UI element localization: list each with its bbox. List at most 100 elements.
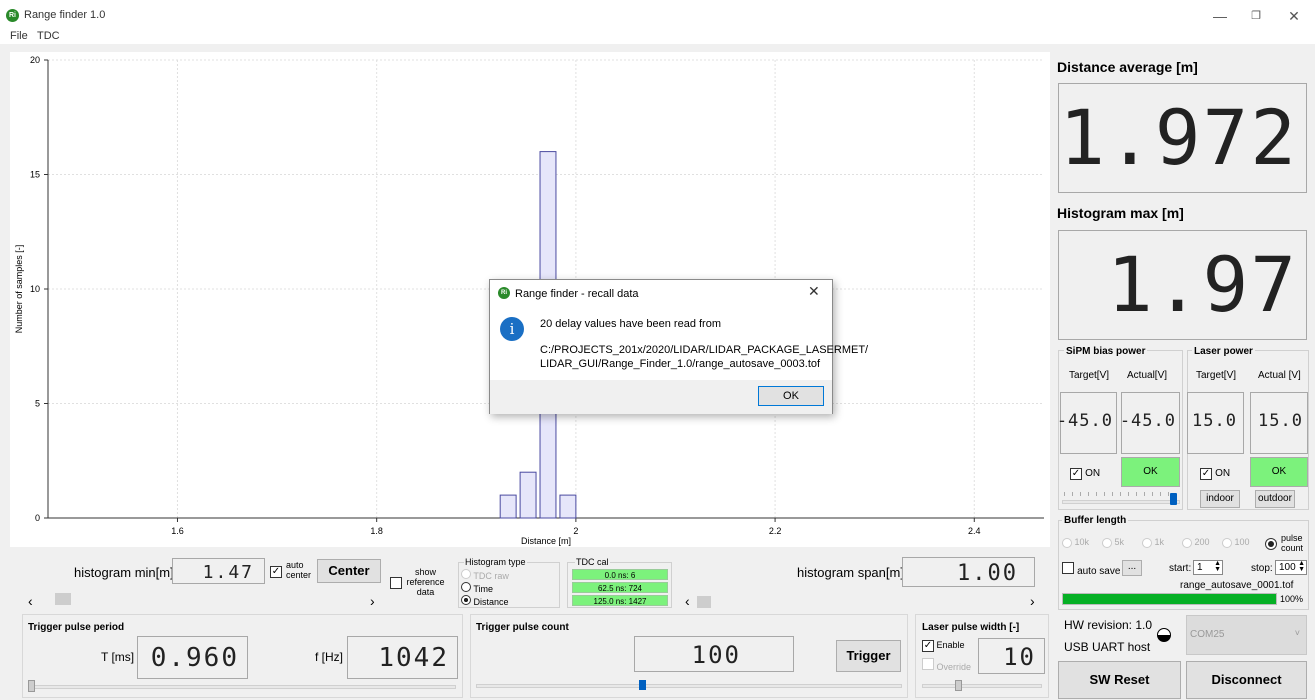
outdoor-button[interactable]: outdoor <box>1255 490 1295 508</box>
laser-width-slider-thumb[interactable] <box>955 680 962 691</box>
x-axis-label: Distance [m] <box>521 536 571 546</box>
laser-target-display[interactable]: 15.0 <box>1187 392 1244 454</box>
show-reference-label: show reference data <box>403 567 448 597</box>
laser-width-value: 10 <box>1003 643 1036 671</box>
checkbox-checked-icon: ✓ <box>1200 468 1212 480</box>
radio-selected-icon <box>461 595 471 605</box>
hist-type-time[interactable]: Time <box>461 582 493 594</box>
time-label: Time <box>473 584 494 594</box>
restore-icon[interactable]: ❐ <box>1236 6 1276 26</box>
laser-on-label: ON <box>1215 468 1231 479</box>
freq-f-value: 1042 <box>378 643 449 673</box>
info-icon: i <box>500 317 524 341</box>
stop-spinbox[interactable]: 100 ▲ ▼ <box>1275 560 1307 575</box>
period-slider-thumb[interactable] <box>28 680 35 692</box>
buffer-option-10k[interactable]: 10k <box>1062 537 1089 548</box>
stop-label: stop: <box>1251 563 1273 574</box>
hist-span-scroll-thumb[interactable] <box>697 596 711 608</box>
spin-arrows-icon[interactable]: ▲ ▼ <box>1214 560 1221 573</box>
hist-span-scroll-left[interactable]: ‹ <box>685 593 690 609</box>
sipm-actual-label: Actual[V] <box>1127 370 1168 381</box>
distance-average-label: Distance average [m] <box>1057 59 1198 75</box>
dialog-close-icon[interactable]: ✕ <box>808 283 820 300</box>
auto-center-checkbox[interactable]: ✓ <box>270 565 282 578</box>
usb-uart-host: USB UART host <box>1064 640 1151 654</box>
histogram-type-title: Histogram type <box>464 557 527 567</box>
dialog-message: 20 delay values have been read from <box>540 318 722 330</box>
laser-on-checkbox[interactable]: ✓ ON <box>1200 467 1230 480</box>
histogram-span-display[interactable]: 1.00 <box>902 557 1035 587</box>
sw-reset-button[interactable]: SW Reset <box>1058 661 1181 699</box>
trigger-count-slider-thumb[interactable] <box>639 680 646 690</box>
period-slider[interactable] <box>28 685 456 689</box>
laser-actual-label: Actual [V] <box>1258 370 1301 381</box>
distance-average-value: 1.972 <box>1059 93 1298 182</box>
com-port-select[interactable]: COM25 ˅ <box>1186 615 1307 655</box>
disconnect-button[interactable]: Disconnect <box>1186 661 1307 699</box>
minimize-icon[interactable]: — <box>1200 6 1240 26</box>
menu-tdc[interactable]: TDC <box>37 30 60 42</box>
buffer-option-label: 1k <box>1152 537 1165 547</box>
pulse-label: pulse <box>1281 533 1303 543</box>
close-window-icon[interactable]: ✕ <box>1274 6 1314 26</box>
trigger-count-slider[interactable] <box>476 684 902 688</box>
radio-selected-dot <box>1268 541 1274 547</box>
hist-type-tdc-raw: TDC raw <box>461 569 509 581</box>
buffer-option-100[interactable]: 100 <box>1222 537 1250 548</box>
hist-min-scroll-thumb[interactable] <box>55 593 71 605</box>
buffer-option-5k[interactable]: 5k <box>1102 537 1124 548</box>
laser-actual-display: 15.0 <box>1250 392 1308 454</box>
hist-min-scroll-right[interactable]: › <box>370 593 375 609</box>
start-spinbox[interactable]: 1 ▲ ▼ <box>1193 560 1223 575</box>
y-tick-label: 10 <box>30 284 40 294</box>
auto-label: auto <box>286 560 304 570</box>
auto-save-checkbox[interactable]: auto save <box>1062 562 1120 577</box>
histogram-max-label: Histogram max [m] <box>1057 205 1184 221</box>
tdc-cal-row: 0.0 ns: 6 <box>572 569 668 580</box>
buffer-option-label: 100 <box>1232 537 1250 547</box>
sipm-bias-title: SiPM bias power <box>1064 346 1148 357</box>
laser-actual-value: 15.0 <box>1258 411 1303 431</box>
laser-width-slider[interactable] <box>922 684 1042 688</box>
sipm-slider[interactable] <box>1062 500 1180 504</box>
buffer-option-200[interactable]: 200 <box>1182 537 1210 548</box>
buffer-option-1k[interactable]: 1k <box>1142 537 1164 548</box>
sipm-actual-display: -45.0 <box>1120 392 1180 454</box>
hw-revision: HW revision: 1.0 <box>1064 618 1153 632</box>
y-tick-label: 0 <box>35 513 40 523</box>
tdc-cal-row: 62.5 ns: 724 <box>572 582 668 593</box>
sipm-on-checkbox[interactable]: ✓ ON <box>1070 467 1100 480</box>
trigger-count-display[interactable]: 100 <box>634 636 794 672</box>
indoor-button[interactable]: indoor <box>1200 490 1240 508</box>
show-reference-checkbox[interactable] <box>390 577 402 592</box>
center-button[interactable]: Center <box>317 559 381 583</box>
browse-button[interactable]: ... <box>1122 560 1142 576</box>
freq-f-display[interactable]: 1042 <box>347 636 458 679</box>
period-t-display[interactable]: 0.960 <box>137 636 248 679</box>
y-axis-label: Number of samples [-] <box>14 245 24 334</box>
title-bar <box>0 0 1315 30</box>
laser-width-display[interactable]: 10 <box>978 638 1045 674</box>
hist-min-scroll-left[interactable]: ‹ <box>28 593 33 609</box>
dialog-ok-button[interactable]: OK <box>758 386 824 406</box>
histogram-min-display[interactable]: 1.47 <box>172 558 265 584</box>
laser-width-title: Laser pulse width [-] <box>922 622 1020 633</box>
spin-arrows-icon[interactable]: ▲ ▼ <box>1298 560 1305 573</box>
sipm-target-display[interactable]: -45.0 <box>1057 392 1117 454</box>
buffer-option-label: 200 <box>1192 537 1210 547</box>
checkbox-unchecked-icon <box>1062 562 1074 574</box>
trigger-button[interactable]: Trigger <box>836 640 901 672</box>
trigger-count-value: 100 <box>691 641 741 669</box>
menu-file[interactable]: File <box>10 30 28 42</box>
hist-span-scroll-right[interactable]: › <box>1030 593 1035 609</box>
radio-disabled-icon <box>1222 537 1232 548</box>
freq-f-label: f [Hz] <box>315 650 344 664</box>
laser-enable-checkbox[interactable]: ✓ Enable <box>922 640 965 652</box>
hist-type-distance[interactable]: Distance <box>461 595 509 607</box>
sipm-slider-thumb[interactable] <box>1169 493 1177 505</box>
menu-bar <box>0 30 1315 44</box>
histogram-bar <box>519 471 537 519</box>
pulse-count-radio[interactable] <box>1265 538 1277 550</box>
y-tick-label: 5 <box>35 399 40 409</box>
buffer-length-options: 10k 5k 1k 200 100 <box>1062 537 1262 551</box>
